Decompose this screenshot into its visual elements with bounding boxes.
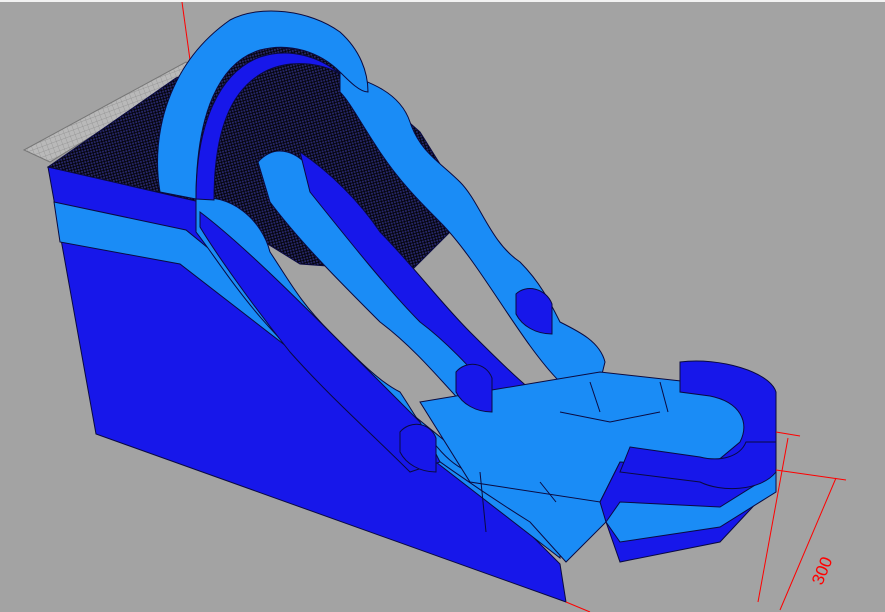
axis-line (181, 2, 191, 61)
3d-viewport[interactable]: 300 (0, 0, 885, 612)
dimension-label: 300 (808, 554, 836, 587)
inflatable-slide-render: 300 (22, 2, 847, 612)
